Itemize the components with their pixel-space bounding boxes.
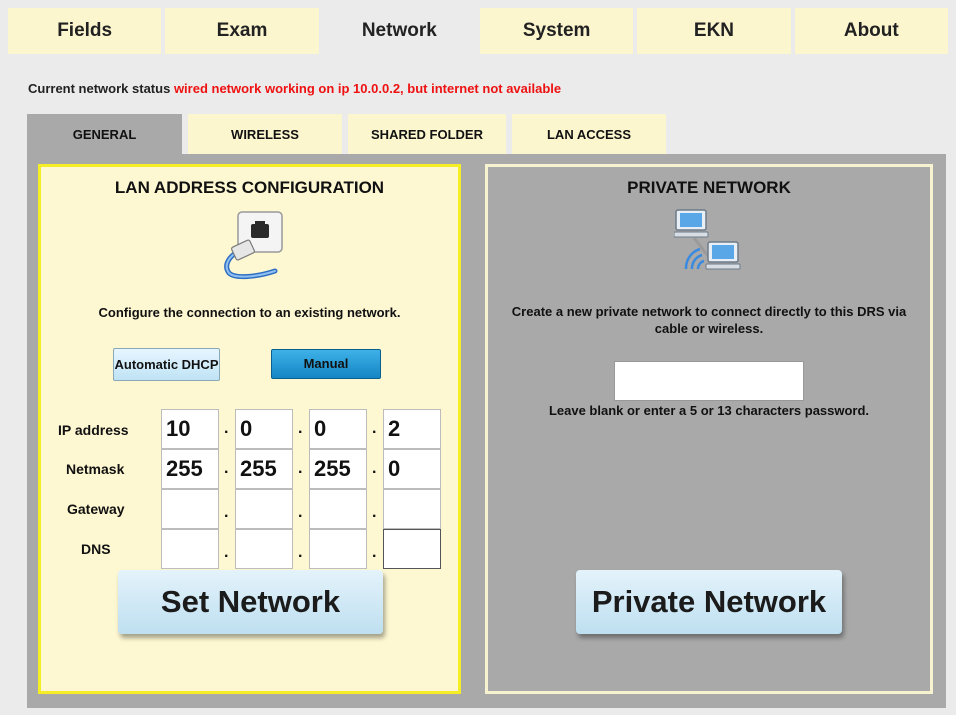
gateway-octet-3[interactable] (309, 489, 367, 529)
netmask-octet-3[interactable]: 255 (309, 449, 367, 489)
dns-octet-3[interactable] (309, 529, 367, 569)
netmask-octet-4[interactable]: 0 (383, 449, 441, 489)
dns-octet-2[interactable] (235, 529, 293, 569)
dns-label: DNS (81, 541, 111, 557)
octet-separator: . (224, 460, 229, 477)
dns-octet-1[interactable] (161, 529, 219, 569)
ip-address-octet-2[interactable]: 0 (235, 409, 293, 449)
octet-separator: . (298, 544, 303, 561)
private-network-button[interactable]: Private Network (576, 570, 842, 634)
octet-separator: . (224, 504, 229, 521)
tab-system[interactable]: System (479, 8, 634, 54)
top-tab-bar: Fields Exam Network System EKN About (8, 8, 948, 54)
lan-config-panel: LAN ADDRESS CONFIGURATION Configure the … (38, 164, 461, 694)
set-network-button[interactable]: Set Network (118, 570, 383, 634)
netmask-octet-2[interactable]: 255 (235, 449, 293, 489)
tab-fields[interactable]: Fields (8, 8, 162, 54)
password-input[interactable] (614, 361, 804, 401)
octet-separator: . (298, 420, 303, 437)
octet-separator: . (372, 544, 377, 561)
subtab-shared-folder[interactable]: SHARED FOLDER (348, 114, 506, 154)
octet-separator: . (224, 544, 229, 561)
octet-separator: . (224, 420, 229, 437)
netmask-octet-1[interactable]: 255 (161, 449, 219, 489)
ip-address-label: IP address (58, 422, 129, 438)
manual-button[interactable]: Manual (271, 349, 381, 379)
tab-ekn[interactable]: EKN (637, 8, 791, 54)
gateway-octet-1[interactable] (161, 489, 219, 529)
subtab-wireless[interactable]: WIRELESS (188, 114, 342, 154)
octet-separator: . (372, 504, 377, 521)
ip-address-octet-1[interactable]: 10 (161, 409, 219, 449)
ethernet-cable-icon (213, 209, 287, 281)
netmask-label: Netmask (66, 461, 125, 477)
gateway-octet-4[interactable] (383, 489, 441, 529)
subtab-general[interactable]: GENERAL (27, 114, 182, 154)
private-network-title: PRIVATE NETWORK (627, 178, 791, 197)
octet-separator: . (298, 460, 303, 477)
status-message: wired network working on ip 10.0.0.2, bu… (173, 81, 562, 96)
lan-config-description: Configure the connection to an existing … (98, 305, 401, 320)
subtab-lan-access[interactable]: LAN ACCESS (512, 114, 666, 154)
dns-octet-4[interactable] (383, 529, 441, 569)
octet-separator: . (372, 460, 377, 477)
gateway-octet-2[interactable] (235, 489, 293, 529)
private-network-panel: PRIVATE NETWORK Create a new private net… (485, 164, 933, 694)
ip-address-octet-3[interactable]: 0 (309, 409, 367, 449)
sub-tab-bar: GENERAL WIRELESS SHARED FOLDER LAN ACCES… (27, 114, 666, 154)
tab-exam[interactable]: Exam (165, 8, 319, 54)
wireless-computers-icon (673, 207, 744, 281)
status-prefix: Current network status (28, 81, 171, 96)
octet-separator: . (298, 504, 303, 521)
tab-about[interactable]: About (794, 8, 948, 54)
octet-separator: . (372, 420, 377, 437)
lan-config-title: LAN ADDRESS CONFIGURATION (114, 178, 385, 197)
automatic-dhcp-button[interactable]: Automatic DHCP (113, 348, 220, 381)
tab-network[interactable]: Network (322, 8, 476, 54)
ip-address-octet-4[interactable]: 2 (383, 409, 441, 449)
gateway-label: Gateway (67, 501, 125, 517)
network-status: Current network status wired network wor… (28, 81, 561, 96)
private-network-description: Create a new private network to connect … (511, 304, 907, 336)
password-hint: Leave blank or enter a 5 or 13 character… (548, 403, 870, 418)
